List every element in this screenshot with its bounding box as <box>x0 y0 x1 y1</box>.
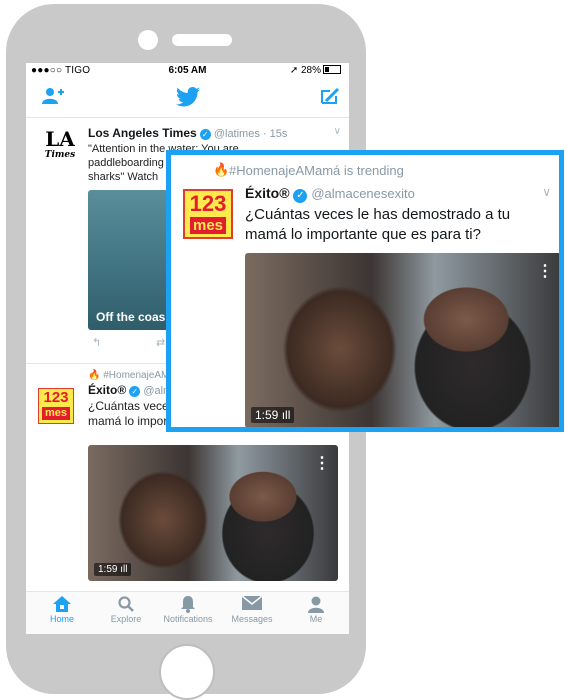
bell-icon <box>156 596 220 614</box>
video-duration: 1:59 ıll <box>251 407 295 423</box>
verified-icon: ✓ <box>199 129 211 140</box>
camera <box>138 30 158 50</box>
envelope-icon <box>220 595 284 614</box>
twitter-bird-icon <box>176 87 200 112</box>
media-caption: Off the coas <box>96 310 166 324</box>
tweet-text-line: ¿Cuántas veces le has demostrado a tu <box>245 206 511 223</box>
home-button[interactable] <box>159 644 215 700</box>
retweet-icon[interactable]: ⇄ <box>156 336 165 349</box>
tab-label: Messages <box>231 614 273 624</box>
tweet-author-name[interactable]: Éxito® <box>245 185 290 201</box>
chevron-down-icon[interactable]: ∨ <box>334 126 341 137</box>
search-icon <box>94 596 158 614</box>
tab-label: Me <box>309 614 323 624</box>
avatar-word: mes <box>190 217 226 234</box>
tab-me[interactable]: Me <box>284 596 348 624</box>
video-time: 1:59 <box>98 564 118 575</box>
battery-percent: 28% <box>300 65 321 76</box>
avatar-logo-subtext: Times <box>44 150 76 160</box>
flame-icon: 🔥 <box>213 162 230 177</box>
speaker <box>172 34 232 46</box>
person-icon <box>284 596 348 614</box>
tweet-author-handle: @latimes · 15s <box>213 128 288 140</box>
bottom-tab-bar: Home Explore Notifications Messages Me <box>26 591 349 634</box>
exito-avatar[interactable]: 123 mes <box>38 388 74 424</box>
tab-home[interactable]: Home <box>30 596 94 624</box>
video-time: 1:59 <box>255 408 279 422</box>
video-duration: 1:59 ıll <box>94 563 132 576</box>
more-options-icon[interactable]: ⋮ <box>537 261 553 281</box>
avatar-number: 123 <box>43 389 69 406</box>
tweet-author-handle: @almacenesexito <box>311 186 415 201</box>
tweet-media-video[interactable]: 1:59 ıll ⋮ <box>88 445 338 581</box>
battery-status: ➚ 28% <box>290 65 341 76</box>
tab-label: Explore <box>110 614 142 624</box>
signal-bars-icon: ıll <box>120 564 128 575</box>
zoomed-tweet-callout: 🔥 #HomenajeAMamá is trending 123 mes Éxi… <box>166 150 564 432</box>
battery-icon <box>323 65 341 74</box>
reply-icon[interactable]: ↰ <box>92 336 101 349</box>
tweet-media-video[interactable]: 1:59 ıll ⋮ <box>245 253 559 427</box>
tweet-text-line: mamá lo importante que es para ti? <box>245 226 481 243</box>
tweet-text: ¿Cuántas veces le has demostrado a tu ma… <box>245 205 545 245</box>
tweet-author-name[interactable]: Los Angeles Times <box>88 126 197 140</box>
verified-icon: ✓ <box>293 189 308 203</box>
avatar-word: mes <box>42 407 70 420</box>
add-user-icon[interactable] <box>42 87 64 110</box>
status-bar: ●●●○○ TIGO 6:05 AM ➚ 28% <box>26 63 349 77</box>
more-options-icon[interactable]: ⋮ <box>314 453 330 473</box>
avatar-logo-text: LA <box>45 127 75 151</box>
tab-label: Home <box>49 614 74 624</box>
tab-notifications[interactable]: Notifications <box>156 596 220 624</box>
tab-explore[interactable]: Explore <box>94 596 158 624</box>
avatar-number: 123 <box>189 191 227 216</box>
tweet-author: Éxito® ✓ @almacenesexito <box>245 185 415 203</box>
tab-messages[interactable]: Messages <box>220 595 284 624</box>
compose-icon[interactable] <box>320 87 340 110</box>
verified-icon: ✓ <box>129 386 141 397</box>
tab-label: Notifications <box>163 614 213 624</box>
trend-label: #HomenajeAMamá is trending <box>229 163 404 178</box>
flame-icon: 🔥 <box>88 370 101 381</box>
chevron-down-icon[interactable]: ∨ <box>542 185 551 199</box>
latimes-avatar[interactable]: LA Times <box>40 128 80 160</box>
tweet-author-name[interactable]: Éxito® <box>88 383 126 397</box>
top-navbar <box>26 77 349 118</box>
exito-avatar[interactable]: 123 mes <box>183 189 233 239</box>
home-icon <box>30 596 94 614</box>
signal-bars-icon: ıll <box>281 408 291 422</box>
